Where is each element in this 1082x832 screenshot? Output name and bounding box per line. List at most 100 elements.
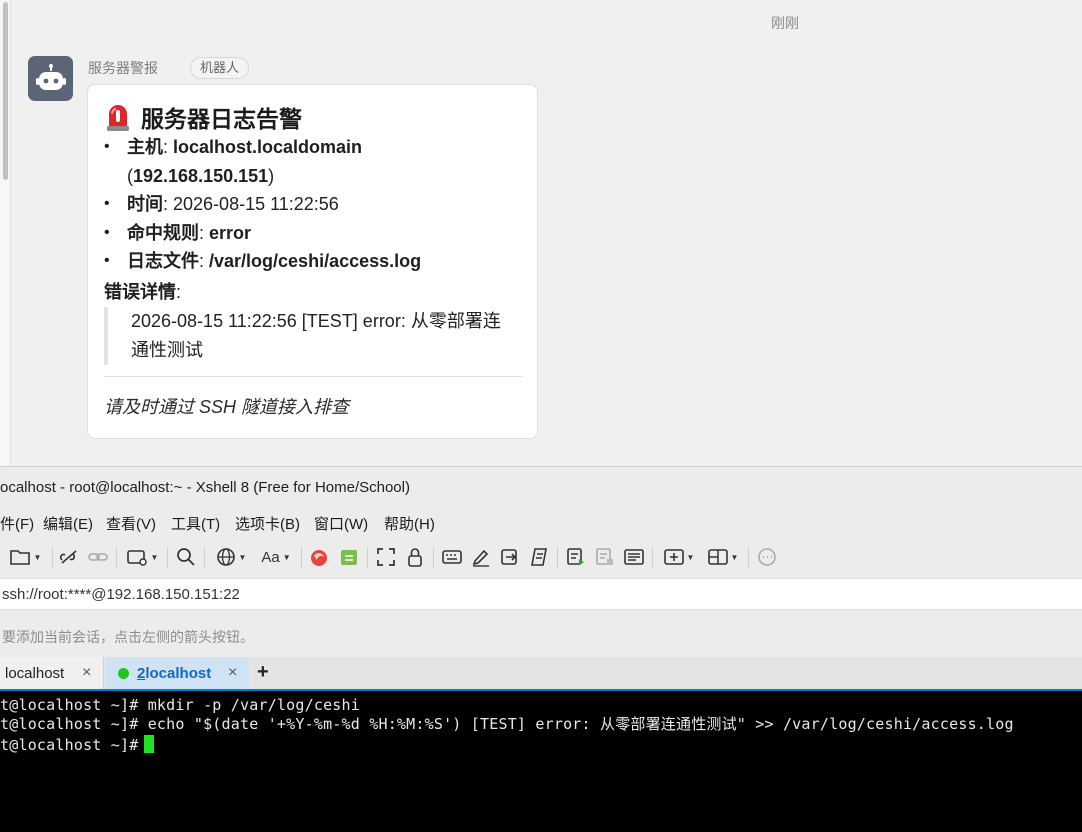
session-address-input[interactable]	[2, 579, 1080, 609]
tab-close-icon[interactable]: ×	[82, 664, 91, 682]
menu-edit[interactable]: 编辑(E)	[43, 513, 93, 534]
field-rule: 命中规则: error	[104, 219, 524, 248]
disconnect-icon	[59, 550, 77, 564]
script-icon	[531, 548, 547, 566]
bot-avatar[interactable]	[28, 56, 73, 101]
fullscreen-icon	[377, 548, 395, 566]
terminal-line: t@localhost ~]# mkdir -p /var/log/ceshi	[0, 696, 360, 714]
detail-label-colon: :	[176, 282, 182, 302]
field-logfile-sep: :	[199, 251, 210, 272]
menu-view[interactable]: 查看(V)	[106, 513, 156, 534]
xftp-button[interactable]	[308, 547, 330, 567]
new-tab-icon	[663, 549, 684, 565]
log-stop-icon	[596, 548, 613, 565]
pen-icon	[472, 549, 489, 567]
field-time: 时间: 2026-08-15 11:22:56	[104, 190, 524, 219]
field-host-key: 主机	[127, 137, 163, 157]
siren-icon	[104, 102, 132, 132]
toolbar-separator	[748, 547, 749, 569]
toolbar-separator	[367, 547, 368, 569]
field-rule-sep: :	[199, 222, 210, 243]
menu-window[interactable]: 窗口(W)	[314, 513, 368, 534]
encoding-button[interactable]: ▼	[212, 547, 250, 567]
error-detail-quote: 2026-08-15 11:22:56 [TEST] error: 从零部署连通…	[104, 307, 509, 365]
card-title-text: 服务器日志告警	[141, 106, 302, 132]
field-host-value: localhost.localdomain	[173, 137, 363, 157]
log-view-icon	[624, 549, 644, 565]
tab-close-icon[interactable]: ×	[228, 664, 237, 682]
field-host-ip: 192.168.150.151	[133, 165, 269, 186]
toolbar-separator	[301, 547, 302, 569]
alert-fields-list: 主机: localhost.localdomain(192.168.150.15…	[104, 133, 524, 276]
search-icon	[177, 548, 195, 566]
chat-button[interactable]	[756, 547, 778, 567]
toolbar-separator	[433, 547, 434, 569]
toolbar-separator	[652, 547, 653, 569]
find-button[interactable]	[175, 547, 197, 567]
sender-name[interactable]: 服务器警报	[88, 58, 158, 78]
menu-bar: 件(F) 编辑(E) 查看(V) 工具(T) 选项卡(B) 窗口(W) 帮助(H…	[0, 507, 1082, 537]
window-title: ocalhost - root@localhost:~ - Xshell 8 (…	[0, 479, 410, 496]
terminal-prompt: t@localhost ~]#	[0, 736, 139, 754]
field-logfile: 日志文件: /var/log/ceshi/access.log	[104, 247, 524, 276]
session-hint-bar: 要添加当前会话，点击左侧的箭头按钮。	[0, 613, 1082, 657]
toolbar: ▼ ▼ ▼ Aa ▼ ▼ ▼	[0, 539, 1082, 575]
lock-button[interactable]	[404, 547, 426, 567]
compose-button[interactable]	[470, 547, 492, 567]
new-window-button[interactable]: ▼	[123, 547, 161, 567]
field-time-value: 2026-08-15 11:22:56	[173, 194, 339, 215]
log-stop-button[interactable]	[594, 547, 616, 567]
toolbar-separator	[52, 547, 53, 569]
field-host-paren-close: )	[268, 165, 275, 186]
new-tab-button[interactable]: ▼	[660, 547, 698, 567]
keyboard-button[interactable]	[441, 547, 463, 567]
lock-icon	[408, 548, 422, 567]
add-tab-button[interactable]: +	[257, 661, 269, 684]
new-window-icon	[126, 550, 147, 566]
robot-icon	[35, 63, 66, 90]
reconnect-button[interactable]	[87, 547, 109, 567]
menu-tabs[interactable]: 选项卡(B)	[235, 513, 300, 534]
log-start-button[interactable]	[565, 547, 587, 567]
message-timestamp: 刚刚	[771, 15, 799, 31]
log-start-icon	[567, 548, 584, 565]
layout-button[interactable]: ▼	[704, 547, 742, 567]
robot-badge: 机器人	[190, 57, 250, 79]
window-title-bar[interactable]: ocalhost - root@localhost:~ - Xshell 8 (…	[0, 467, 1082, 507]
field-time-key: 时间	[127, 194, 163, 215]
disconnect-button[interactable]	[58, 547, 80, 567]
menu-help[interactable]: 帮助(H)	[384, 513, 435, 534]
script-button[interactable]	[528, 547, 550, 567]
connected-status-icon	[118, 667, 129, 679]
send-file-button[interactable]	[499, 547, 521, 567]
terminal-prompt-line: t@localhost ~]#	[0, 735, 155, 755]
globe-icon	[216, 548, 235, 566]
tab-label: localhost	[5, 664, 65, 682]
field-host: 主机: localhost.localdomain(192.168.150.15…	[104, 133, 524, 190]
tab-label: localhost	[145, 664, 212, 682]
terminal[interactable]: t@localhost ~]# mkdir -p /var/log/ceshi …	[0, 689, 1082, 832]
xshell-window: ocalhost - root@localhost:~ - Xshell 8 (…	[0, 466, 1082, 832]
field-host-sep: :	[163, 137, 174, 157]
layout-icon	[707, 549, 728, 565]
chat-scrollbar-thumb[interactable]	[3, 2, 8, 180]
tab-localhost-1[interactable]: localhost ×	[0, 657, 104, 689]
chat-scrollbar[interactable]	[0, 0, 11, 466]
open-session-button[interactable]: ▼	[4, 547, 46, 567]
xftp-icon	[311, 550, 327, 566]
field-logfile-key: 日志文件	[127, 251, 199, 272]
xftp-transfer-button[interactable]	[338, 547, 360, 567]
log-view-button[interactable]	[623, 547, 645, 567]
address-bar	[0, 578, 1082, 610]
keyboard-icon	[442, 550, 462, 564]
tab-localhost-2[interactable]: 2 localhost ×	[106, 657, 249, 689]
menu-tools[interactable]: 工具(T)	[171, 513, 220, 534]
folder-icon	[9, 550, 30, 565]
fullscreen-button[interactable]	[375, 547, 397, 567]
field-rule-value: error	[209, 222, 252, 243]
field-rule-key: 命中规则	[127, 222, 199, 243]
detail-label: 错误详情:	[104, 279, 181, 305]
font-button[interactable]: Aa ▼	[257, 547, 295, 567]
card-footer-note: 请及时通过 SSH 隧道接入排查	[104, 397, 350, 417]
menu-file[interactable]: 件(F)	[0, 513, 34, 534]
